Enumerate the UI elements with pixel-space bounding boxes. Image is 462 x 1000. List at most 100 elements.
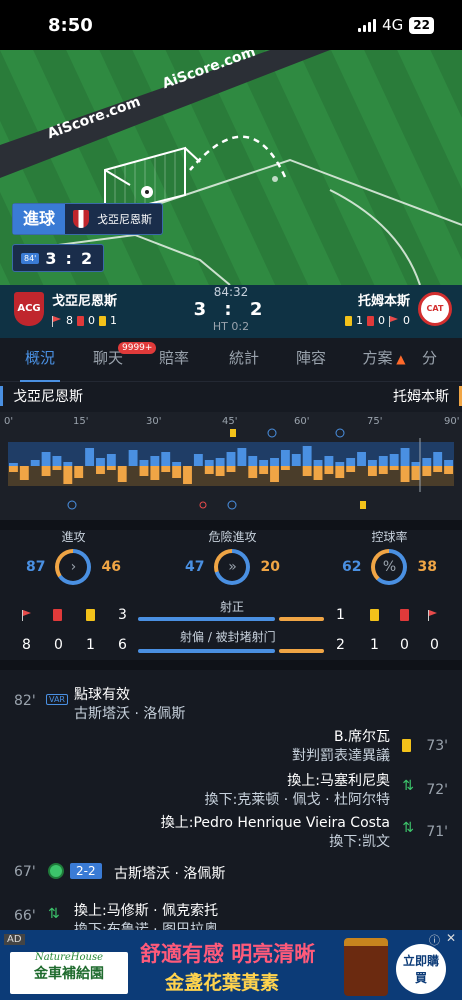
- momentum-home-bar: [422, 458, 432, 466]
- stats-summary: 進攻 87 › 46 危險進攻 47 » 20 控球率 62 % 38 3 射正…: [0, 528, 462, 658]
- signal-icon: [358, 18, 377, 32]
- off-target-home-bar: [138, 649, 275, 653]
- momentum-home-bar: [324, 456, 334, 466]
- yellow-card-icon: [86, 609, 95, 621]
- away-team-name: 托姆本斯: [357, 294, 410, 309]
- away-team-block[interactable]: 托姆本斯 1 0 0 CAT: [345, 290, 452, 327]
- battery-icon: 22: [409, 16, 434, 34]
- home-team-block[interactable]: ACG 戈亞尼恩斯 8 0 1: [14, 290, 117, 327]
- ad-tag: AD: [4, 934, 25, 945]
- ad-brand-block: NatureHouse 金車補給園: [10, 952, 128, 994]
- event-item[interactable]: 換上:马塞利尼奥 換下:克莱顿 · 佩戈 · 杜阿尔特 ⇅ 72': [0, 770, 462, 810]
- momentum-home-bar: [291, 454, 301, 466]
- momentum-away-bar: [411, 466, 421, 480]
- event-item[interactable]: 82' VAR 點球有效 古斯塔沃 · 洛佩斯: [0, 684, 462, 724]
- off-target-label: 射偏 / 被封堵射门: [180, 630, 276, 644]
- momentum-home-bar: [172, 462, 182, 466]
- momentum-home-bar: [313, 460, 323, 466]
- momentum-home-bar: [161, 452, 171, 466]
- tab-overview[interactable]: 概況: [0, 338, 80, 382]
- off-target-away: 2: [336, 637, 345, 653]
- away-team-counts: 1 0 0: [345, 314, 410, 327]
- substitution-icon: ⇅: [48, 906, 60, 922]
- on-target-home-bar: [138, 617, 275, 621]
- momentum-home-bar: [63, 462, 73, 466]
- match-header: ACG 戈亞尼恩斯 8 0 1 84:32 3 : 2 HT 0:2 托姆本斯 …: [0, 285, 462, 338]
- momentum-away-bar: [161, 466, 171, 472]
- goal-ball-icon: [48, 863, 64, 879]
- away-team-logo: CAT: [418, 291, 452, 326]
- away-corners: 0: [430, 637, 439, 653]
- ad-cta-button[interactable]: 立即購買: [396, 944, 446, 994]
- momentum-away-bar: [302, 466, 312, 476]
- momentum-home-bar: [280, 450, 290, 466]
- corner-flag-icon: [52, 315, 62, 327]
- momentum-home-bar: [30, 460, 40, 466]
- momentum-away-bar: [52, 466, 62, 470]
- momentum-home-bar: [259, 460, 269, 466]
- tab-bar: 概況 聊天 9999+ 賠率 統計 陣容 方案 ▲ 分: [0, 338, 462, 382]
- tab-odds[interactable]: 賠率: [136, 338, 212, 382]
- tab-chat[interactable]: 聊天 9999+: [80, 338, 157, 382]
- home-team-logo: ACG: [14, 291, 44, 326]
- momentum-away-bar: [226, 466, 236, 472]
- momentum-away-bar: [280, 466, 290, 470]
- tab-stats[interactable]: 統計: [212, 338, 276, 382]
- event-item[interactable]: 66' ⇅ 換上:马修斯 · 佩克索托 換下:布鲁诺 · 图巴拉奥: [0, 900, 462, 934]
- away-reds: 0: [400, 637, 409, 653]
- score-away: 2: [80, 248, 96, 268]
- momentum-away-bar: [378, 466, 388, 474]
- ad-banner[interactable]: AD ⓘ ✕ NatureHouse 金車補給園 舒適有感 明亮清晰 金盞花葉黃…: [0, 930, 462, 1000]
- event-item[interactable]: 換上:Pedro Henrique Vieira Costa 換下:凯文 ⇅ 7…: [0, 812, 462, 852]
- momentum-home-bar: [193, 454, 203, 466]
- event-item[interactable]: 67' 2-2 古斯塔沃 · 洛佩斯: [0, 862, 462, 886]
- var-icon: VAR: [46, 694, 68, 705]
- substitution-icon: ⇅: [402, 778, 414, 794]
- momentum-home-bar: [270, 458, 279, 466]
- tab-plans[interactable]: 方案 ▲: [346, 338, 422, 382]
- momentum-home-bar: [346, 458, 356, 466]
- tab-lineup[interactable]: 陣容: [276, 338, 346, 382]
- momentum-away-bar: [74, 466, 84, 478]
- on-target-row: 3 射正 1: [0, 600, 462, 624]
- on-target-label: 射正: [220, 600, 245, 614]
- momentum-away-bar: [150, 466, 160, 480]
- ad-product: 金盞花葉黃素: [165, 972, 280, 994]
- momentum-home-bar: [85, 448, 95, 466]
- momentum-away-bar: [96, 466, 105, 474]
- minute-badge: 84': [21, 252, 40, 264]
- goal-score-badge: 2-2: [70, 863, 102, 879]
- possession-home: 62: [342, 559, 362, 575]
- momentum-home-bar: [128, 450, 138, 466]
- red-card-icon: [77, 315, 84, 326]
- status-right: 4G 22: [358, 16, 434, 34]
- attack-away: 46: [101, 559, 121, 575]
- momentum-away-bar: [41, 466, 51, 476]
- tab-more[interactable]: 分: [422, 338, 442, 382]
- off-target-row: 8 0 1 6 射偏 / 被封堵射门 2 1 0 0: [0, 630, 462, 654]
- momentum-away-bar: [324, 466, 334, 474]
- momentum-home-bar: [9, 463, 18, 466]
- momentum-away-bar: [270, 466, 279, 482]
- momentum-away-bar: [335, 466, 345, 478]
- momentum-away-bar: [117, 466, 127, 482]
- momentum-timeline[interactable]: 0' 15' 30' 45' 60' 75' 90': [0, 412, 462, 520]
- home-team-name: 戈亞尼恩斯: [52, 294, 118, 309]
- status-time: 8:50: [48, 14, 93, 36]
- ad-close-icon[interactable]: ✕: [446, 931, 456, 945]
- home-yellows: 1: [86, 637, 95, 653]
- momentum-home-bar: [226, 452, 236, 466]
- off-target-away-bar: [278, 649, 324, 653]
- away-yellows: 1: [370, 637, 379, 653]
- momentum-home-bar: [139, 460, 149, 466]
- momentum-away-bar: [400, 466, 410, 482]
- red-card-icon: [367, 315, 374, 326]
- momentum-away-bar: [19, 466, 29, 480]
- match-center: 84:32 3 : 2 HT 0:2: [194, 285, 269, 333]
- momentum-away-bar: [172, 466, 182, 478]
- momentum-home-bar: [41, 452, 51, 466]
- momentum-away-bar: [422, 466, 432, 476]
- corner-flag-icon: [22, 610, 32, 621]
- substitution-icon: ⇅: [402, 820, 414, 836]
- event-item[interactable]: B.席尔瓦 對判罰表達異議 73': [0, 726, 462, 766]
